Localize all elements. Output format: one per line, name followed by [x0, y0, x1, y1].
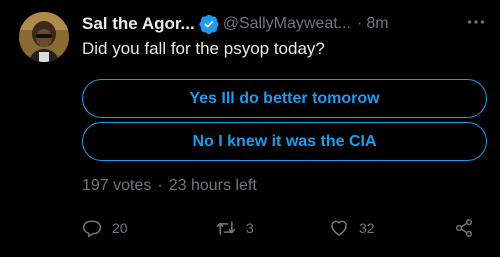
reply-icon — [82, 220, 102, 238]
share-icon — [455, 219, 473, 237]
author-handle[interactable]: @SallyMayweat... — [223, 15, 351, 33]
action-bar: 20 3 32 — [82, 215, 487, 241]
more-options-icon[interactable] — [465, 11, 487, 33]
poll-meta: 197 votes · 23 hours left — [82, 177, 257, 195]
retweet-button[interactable]: 3 — [216, 215, 254, 241]
verified-badge-icon — [199, 14, 219, 34]
poll-time-left: 23 hours left — [168, 177, 257, 194]
poll-votes: 197 votes — [82, 177, 152, 194]
like-button[interactable]: 32 — [329, 215, 375, 241]
poll-option-2[interactable]: No I knew it was the CIA — [82, 122, 487, 161]
header-separator: · — [357, 15, 363, 32]
like-count: 32 — [359, 220, 375, 236]
author-name[interactable]: Sal the Agor... — [82, 14, 195, 34]
retweet-icon — [216, 221, 236, 235]
reply-button[interactable]: 20 — [82, 215, 128, 241]
heart-icon — [331, 220, 347, 236]
avatar-image — [19, 12, 69, 62]
tweet-text: Did you fall for the psyop today? — [82, 39, 325, 58]
poll-option-1[interactable]: Yes Ill do better tomorow — [82, 79, 487, 118]
tweet: Sal the Agor... @SallyMayweat... · 8m Di… — [0, 0, 500, 257]
poll-meta-separator: · — [157, 177, 163, 194]
reply-count: 20 — [112, 220, 128, 236]
share-button[interactable] — [454, 215, 484, 241]
tweet-timestamp[interactable]: 8m — [366, 15, 388, 33]
avatar[interactable] — [19, 12, 69, 62]
tweet-header: Sal the Agor... @SallyMayweat... · 8m — [82, 13, 487, 35]
retweet-count: 3 — [246, 220, 254, 236]
